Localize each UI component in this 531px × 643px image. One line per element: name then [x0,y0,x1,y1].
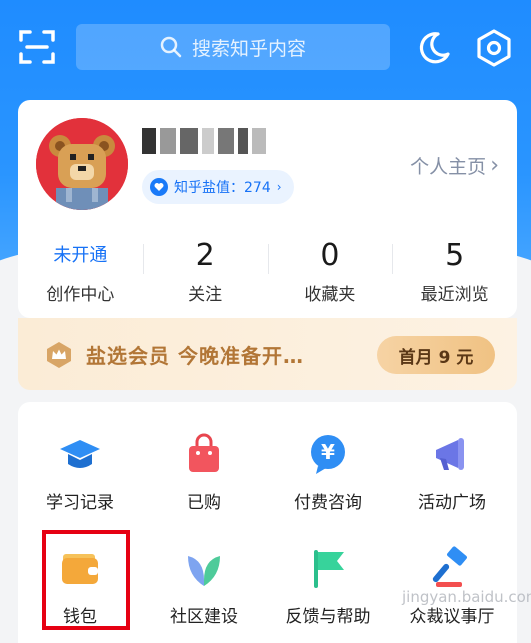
stat-label: 关注 [188,285,223,305]
yen-chat-icon: ¥ [306,432,350,476]
chevron-right-icon: › [490,153,499,178]
stat-value: 未开通 [53,245,108,266]
top-bar: 搜索知乎内容 [0,20,531,76]
graduation-cap-icon [58,432,102,476]
tool-label: 付费咨询 [294,493,362,513]
stat-label: 收藏夹 [304,285,356,305]
svg-text:¥: ¥ [321,440,335,464]
chevron-right-icon: › [276,180,282,194]
stat-value: 2 [195,238,215,273]
stat-value: 5 [445,238,465,273]
profile-card: 知乎盐值：274 › 个人主页 › 未开通 创作中心 2 关注 0 收藏夹 5 … [18,100,517,318]
tool-learning-record[interactable]: 学习记录 [18,432,142,532]
heart-icon [150,178,168,196]
crown-icon [44,340,74,370]
search-input[interactable]: 搜索知乎内容 [76,24,390,70]
stat-following[interactable]: 2 关注 [142,236,268,306]
settings-gear-icon[interactable] [474,28,514,68]
tool-label: 社区建设 [170,607,238,627]
tool-activity-square[interactable]: 活动广场 [390,432,514,532]
gavel-icon [430,546,474,590]
baidu-jingyan-watermark: jingyan.baidu.com [402,588,531,606]
tool-label: 学习记录 [46,493,114,513]
search-icon [160,36,182,58]
tool-label: 活动广场 [418,493,486,513]
stats-row: 未开通 创作中心 2 关注 0 收藏夹 5 最近浏览 [18,236,517,306]
megaphone-icon [430,432,474,476]
wallet-highlight-box [42,530,130,630]
stat-label: 创作中心 [46,285,115,305]
vip-banner[interactable]: 盐选会员 今晚准备开… 首月 9 元 [18,318,517,390]
tool-paid-consult[interactable]: ¥ 付费咨询 [266,432,390,532]
vip-subscribe-button[interactable]: 首月 9 元 [377,336,495,374]
search-placeholder: 搜索知乎内容 [191,37,306,60]
stat-creation-center[interactable]: 未开通 创作中心 [18,236,143,306]
sprout-icon [182,546,226,590]
tool-label: 已购 [187,493,221,513]
username-pixelated [142,124,272,158]
tool-feedback-help[interactable]: 反馈与帮助 [266,546,390,643]
shopping-bag-icon [182,432,226,476]
scan-icon[interactable] [18,28,56,66]
tool-label: 反馈与帮助 [285,607,371,627]
stat-favorites[interactable]: 0 收藏夹 [267,236,393,306]
night-mode-moon-icon[interactable] [414,28,454,68]
tool-purchased[interactable]: 已购 [142,432,266,532]
personal-homepage-link[interactable]: 个人主页 › [410,152,499,179]
tool-community-building[interactable]: 社区建设 [142,546,266,643]
salt-value-label: 知乎盐值：274 [174,180,271,196]
stat-recent[interactable]: 5 最近浏览 [392,236,517,306]
flag-icon [306,546,350,590]
stat-value: 0 [320,238,340,273]
salt-value-badge[interactable]: 知乎盐值：274 › [142,170,294,204]
vip-promo-text: 盐选会员 今晚准备开… [86,344,304,368]
avatar[interactable] [36,118,128,210]
stat-label: 最近浏览 [420,285,489,305]
homepage-label: 个人主页 [410,156,487,178]
